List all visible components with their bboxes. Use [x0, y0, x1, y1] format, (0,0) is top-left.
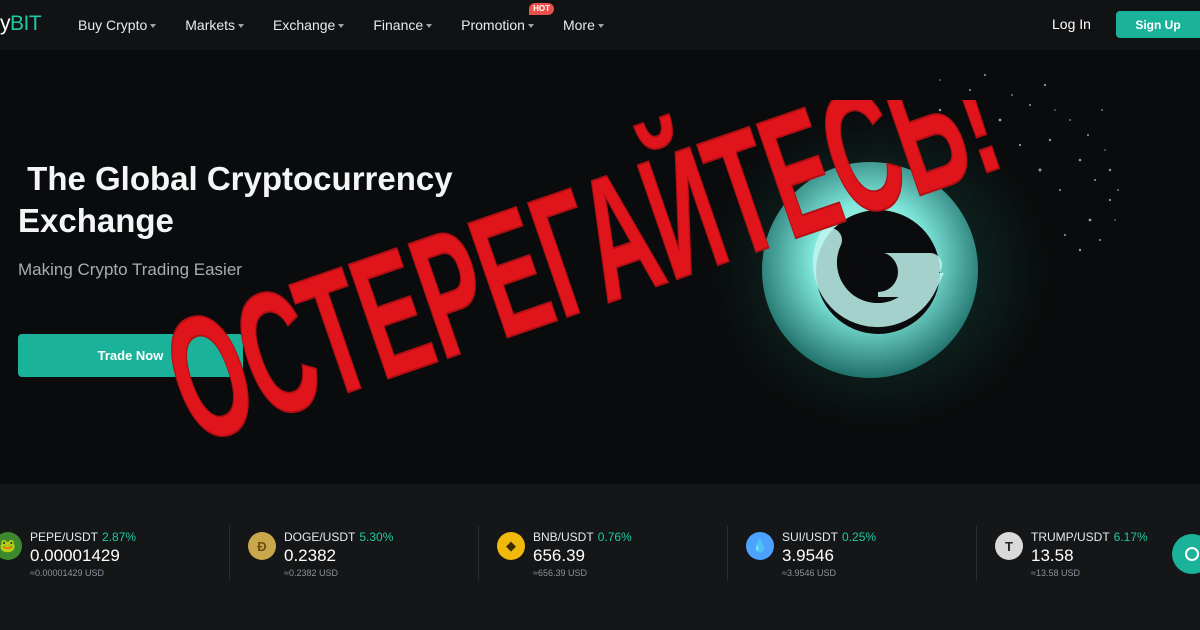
hot-badge: HOT	[529, 3, 554, 15]
nav-item-label: Buy Crypto	[78, 17, 148, 33]
last-price: 656.39	[533, 546, 585, 565]
price-change: 2.87%	[102, 530, 137, 544]
last-price: 0.2382	[284, 546, 336, 565]
hero-title: The Global Cryptocurrency Exchange	[18, 160, 453, 239]
logo[interactable]: yBIT	[0, 12, 42, 36]
nav-item-markets[interactable]: Markets	[185, 17, 245, 33]
ticker-pair: DOGE/USDT 5.30%	[284, 530, 393, 544]
pair-name: BNB/USDT	[533, 530, 594, 544]
usd-equivalent: ≈0.00001429 USD	[30, 568, 104, 578]
doge-icon: Ð	[248, 532, 276, 560]
usd-equivalent: ≈0.2382 USD	[284, 568, 338, 578]
divider	[727, 526, 728, 580]
nav-item-more[interactable]: More	[563, 17, 604, 33]
sui-icon: 💧	[746, 532, 774, 560]
ticker-item-doge[interactable]: Ð DOGE/USDT 5.30% 0.2382 ≈0.2382 USD	[248, 528, 496, 588]
ticker-pair: PEPE/USDT 2.87%	[30, 530, 136, 544]
ticker-item-sui[interactable]: 💧 SUI/USDT 0.25% 3.9546 ≈3.9546 USD	[746, 528, 994, 588]
ticker-item-bnb[interactable]: ◆ BNB/USDT 0.76% 656.39 ≈656.39 USD	[497, 528, 745, 588]
login-link[interactable]: Log In	[1052, 16, 1091, 32]
market-ticker: 🐸 PEPE/USDT 2.87% 0.00001429 ≈0.00001429 …	[0, 484, 1200, 630]
ticker-pair: SUI/USDT 0.25%	[782, 530, 876, 544]
ticker-pair: BNB/USDT 0.76%	[533, 530, 632, 544]
nav-item-label: Finance	[373, 17, 424, 33]
ticker-pair: TRUMP/USDT 6.17%	[1031, 530, 1148, 544]
last-price: 13.58	[1031, 546, 1074, 565]
hero-section: The Global Cryptocurrency Exchange Makin…	[0, 50, 1200, 484]
chat-icon	[1185, 547, 1199, 561]
trump-icon: T	[995, 532, 1023, 560]
pair-name: PEPE/USDT	[30, 530, 99, 544]
nav-item-buy-crypto[interactable]: Buy Crypto	[78, 17, 157, 33]
ticker-item-pepe[interactable]: 🐸 PEPE/USDT 2.87% 0.00001429 ≈0.00001429 …	[0, 528, 242, 588]
divider	[478, 526, 479, 580]
chevron-down-icon	[238, 23, 245, 28]
nav-item-exchange[interactable]: Exchange	[273, 17, 345, 33]
nav-item-label: Promotion	[461, 17, 525, 33]
pair-name: TRUMP/USDT	[1031, 530, 1110, 544]
divider	[976, 526, 977, 580]
chevron-down-icon	[527, 23, 534, 28]
top-navbar: yBIT Buy Crypto Markets Exchange Finance…	[0, 0, 1200, 50]
ticker-item-trump[interactable]: T TRUMP/USDT 6.17% 13.58 ≈13.58 USD	[995, 528, 1165, 588]
nav-item-label: Markets	[185, 17, 236, 33]
usd-equivalent: ≈3.9546 USD	[782, 568, 836, 578]
page: yBIT Buy Crypto Markets Exchange Finance…	[0, 0, 1200, 630]
chevron-down-icon	[338, 23, 345, 28]
logo-text-part2: BIT	[10, 12, 42, 35]
logo-text-part1: y	[0, 12, 11, 35]
last-price: 0.00001429	[30, 546, 120, 565]
hero-subtitle: Making Crypto Trading Easier	[18, 260, 242, 279]
chevron-down-icon	[597, 23, 604, 28]
price-change: 5.30%	[359, 530, 394, 544]
price-change: 0.25%	[842, 530, 877, 544]
last-price: 3.9546	[782, 546, 834, 565]
pair-name: DOGE/USDT	[284, 530, 356, 544]
support-chat-button[interactable]	[1172, 534, 1200, 574]
nav-item-label: More	[562, 17, 595, 33]
nav-item-label: Exchange	[273, 17, 336, 33]
usd-equivalent: ≈656.39 USD	[533, 568, 587, 578]
price-change: 6.17%	[1113, 530, 1148, 544]
pair-name: SUI/USDT	[782, 530, 839, 544]
nav-item-promotion[interactable]: Promotion HOT	[461, 3, 554, 33]
bnb-icon: ◆	[497, 532, 525, 560]
divider	[229, 526, 230, 580]
nav-item-finance[interactable]: Finance	[373, 17, 433, 33]
main-menu: Buy Crypto Markets Exchange Finance Prom…	[78, 0, 633, 50]
trade-now-button[interactable]: Trade Now	[18, 334, 243, 377]
signup-button[interactable]: Sign Up	[1116, 11, 1200, 38]
hero-3d-logo-illustration	[710, 74, 1119, 430]
price-change: 0.76%	[597, 530, 632, 544]
chevron-down-icon	[426, 23, 433, 28]
usd-equivalent: ≈13.58 USD	[1031, 568, 1080, 578]
pepe-icon: 🐸	[0, 532, 22, 560]
chevron-down-icon	[150, 23, 157, 28]
